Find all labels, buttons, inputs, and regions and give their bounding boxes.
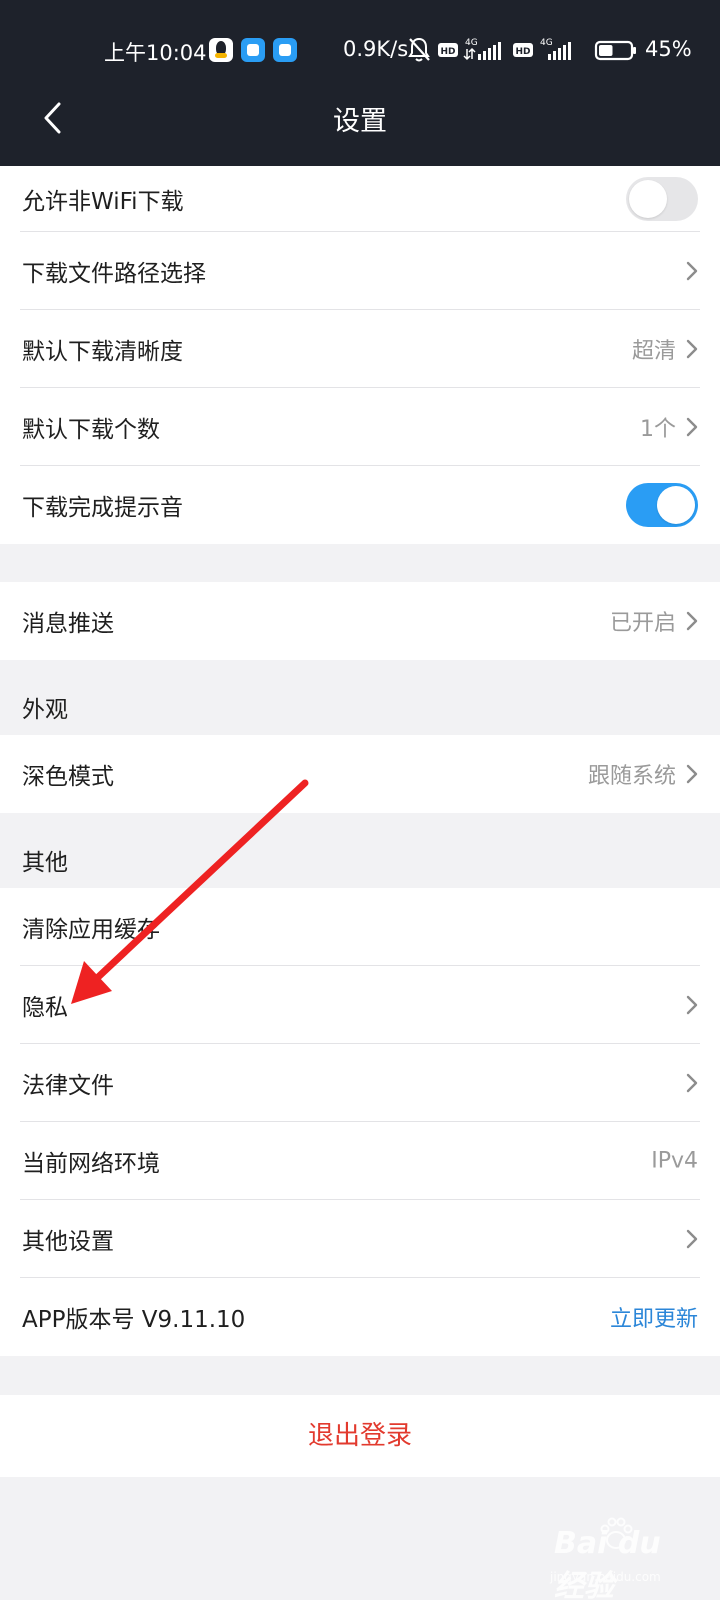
clear-cache-label: 清除应用缓存	[22, 917, 160, 943]
chevron-right-icon	[686, 1073, 698, 1093]
app-icon	[273, 38, 297, 62]
watermark: Bai du 经验 jingyan.baidu.com	[548, 1512, 698, 1600]
chevron-right-icon	[686, 417, 698, 437]
section-header-appearance: 外观	[0, 660, 720, 732]
network-speed: 0.9K/s	[343, 37, 409, 61]
chevron-right-icon	[686, 261, 698, 281]
legal-documents-label: 法律文件	[22, 1073, 114, 1099]
watermark-url: jingyan.baidu.com	[550, 1570, 661, 1584]
network-environment-row: 当前网络环境 IPv4	[0, 1122, 720, 1200]
default-quality-value: 超清	[631, 339, 676, 364]
wifi-download-label: 允许非WiFi下载	[22, 189, 184, 215]
chevron-right-icon	[686, 764, 698, 784]
section-header-other: 其他	[0, 813, 720, 885]
chevron-right-icon	[686, 339, 698, 359]
qq-icon	[209, 38, 233, 62]
clear-cache-row[interactable]: 清除应用缓存	[0, 888, 720, 966]
watermark-brand: Bai du 经验	[554, 1526, 661, 1600]
svg-text:4G: 4G	[465, 38, 478, 48]
default-quality-row[interactable]: 默认下载清晰度 超清	[0, 310, 720, 388]
chevron-right-icon	[686, 1229, 698, 1249]
default-count-row[interactable]: 默认下载个数 1个	[0, 388, 720, 466]
toggle-knob	[657, 486, 695, 524]
legal-documents-row[interactable]: 法律文件	[0, 1044, 720, 1122]
default-count-value: 1个	[640, 417, 676, 442]
hd-icon: HD	[438, 43, 458, 57]
privacy-row[interactable]: 隐私	[0, 966, 720, 1044]
push-notifications-label: 消息推送	[22, 611, 114, 637]
other-settings-row[interactable]: 其他设置	[0, 1200, 720, 1278]
logout-button[interactable]: 退出登录	[0, 1395, 720, 1477]
push-notifications-row[interactable]: 消息推送 已开启	[0, 582, 720, 660]
completion-sound-row[interactable]: 下载完成提示音	[0, 466, 720, 544]
app-version-row: APP版本号 V9.11.10 立即更新	[0, 1278, 720, 1356]
default-quality-label: 默认下载清晰度	[22, 339, 183, 365]
privacy-label: 隐私	[22, 995, 68, 1021]
app-icon	[241, 38, 265, 62]
status-bar: 上午10:04 0.9K/s HD 4G HD 4G 45%	[0, 30, 720, 70]
battery-icon	[594, 40, 636, 61]
default-count-label: 默认下载个数	[22, 417, 160, 443]
section-title: 其他	[22, 850, 68, 876]
toggle-knob	[629, 180, 667, 218]
push-notifications-value: 已开启	[609, 611, 676, 636]
network-environment-value: IPv4	[651, 1148, 698, 1174]
download-path-label: 下载文件路径选择	[22, 261, 206, 287]
completion-sound-toggle[interactable]	[626, 483, 698, 527]
signal-4g-icon: 4G	[463, 38, 501, 61]
download-path-row[interactable]: 下载文件路径选择	[0, 232, 720, 310]
update-now-link[interactable]: 立即更新	[610, 1301, 698, 1333]
network-environment-label: 当前网络环境	[22, 1151, 160, 1177]
wifi-download-row[interactable]: 允许非WiFi下载	[0, 166, 720, 232]
completion-sound-label: 下载完成提示音	[22, 495, 183, 521]
other-settings-label: 其他设置	[22, 1229, 114, 1255]
status-time: 上午10:04	[104, 41, 207, 65]
top-app-bar: 上午10:04 0.9K/s HD 4G HD 4G 45% 设置	[0, 0, 720, 166]
dark-mode-row[interactable]: 深色模式 跟随系统	[0, 735, 720, 813]
svg-text:HD: HD	[440, 47, 455, 57]
chevron-right-icon	[686, 611, 698, 631]
page-title: 设置	[333, 106, 387, 137]
hd-icon: HD	[513, 43, 533, 57]
section-title: 外观	[22, 697, 68, 723]
logout-label: 退出登录	[307, 1421, 412, 1451]
app-version-label: APP版本号 V9.11.10	[22, 1307, 246, 1333]
bell-muted-icon	[408, 37, 430, 62]
battery-percent: 45%	[645, 37, 692, 61]
chevron-right-icon	[686, 995, 698, 1015]
svg-text:4G: 4G	[540, 38, 553, 48]
wifi-download-toggle[interactable]	[626, 177, 698, 221]
svg-text:HD: HD	[515, 47, 530, 57]
dark-mode-value: 跟随系统	[587, 764, 676, 789]
dark-mode-label: 深色模式	[22, 764, 114, 790]
signal-4g-icon: 4G	[540, 38, 571, 60]
